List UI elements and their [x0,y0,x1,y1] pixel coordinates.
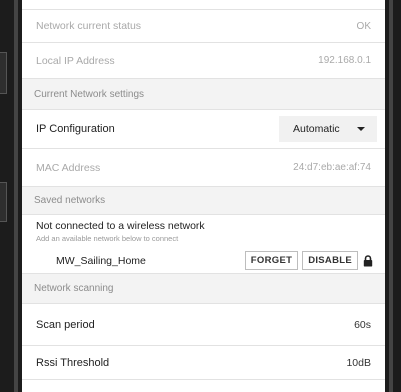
settings-screen: Network current status OK Local IP Addre… [22,0,385,392]
ip-configuration-value: Automatic [293,123,340,135]
saved-network-name: MW_Sailing_Home [56,254,146,267]
rssi-threshold-label: Rssi Threshold [36,356,110,369]
scan-period-label: Scan period [36,318,95,331]
mac-address-row: MAC Address 24:d7:eb:ae:af:74 [22,149,385,187]
phone-frame-edge [389,0,393,392]
mac-address-label: MAC Address [36,161,101,174]
ip-configuration-label: IP Configuration [36,123,115,135]
section-title: Saved networks [34,195,106,206]
phone-side-button [0,52,7,94]
connection-status: Not connected to a wireless network Add … [22,215,385,248]
phone-side-button [0,182,7,222]
phone-frame-right [385,0,401,392]
section-current-network: Current Network settings [22,79,385,110]
section-title: Network scanning [34,283,114,294]
forget-button[interactable]: FORGET [244,251,299,270]
rssi-threshold-value: 10dB [346,356,371,369]
local-ip-value: 192.168.0.1 [318,55,371,66]
dropdown-caret-icon [357,127,365,131]
local-ip-label: Local IP Address [36,54,115,67]
disable-button[interactable]: DISABLE [302,251,358,270]
rssi-threshold-row[interactable]: Rssi Threshold 10dB [22,346,385,380]
section-network-scanning: Network scanning [22,274,385,304]
phone-frame-left [0,0,22,392]
phone-frame-edge [14,0,18,392]
top-divider-row [22,0,385,10]
local-ip-row: Local IP Address 192.168.0.1 [22,43,385,79]
connection-status-hint: Add an available network below to connec… [36,234,179,243]
section-title: Current Network settings [34,88,145,100]
scan-period-row[interactable]: Scan period 60s [22,304,385,346]
network-status-row: Network current status OK [22,10,385,43]
ip-configuration-select[interactable]: Automatic [279,116,377,142]
mac-address-value: 24:d7:eb:ae:af:74 [293,162,371,173]
section-saved-networks: Saved networks [22,187,385,215]
scan-period-value: 60s [354,318,371,331]
network-status-label: Network current status [36,20,142,32]
connection-status-title: Not connected to a wireless network [36,220,205,232]
lock-icon [363,254,373,266]
saved-network-row: MW_Sailing_Home FORGET DISABLE [22,248,385,274]
ip-configuration-row: IP Configuration Automatic [22,110,385,149]
network-status-value: OK [356,20,371,32]
